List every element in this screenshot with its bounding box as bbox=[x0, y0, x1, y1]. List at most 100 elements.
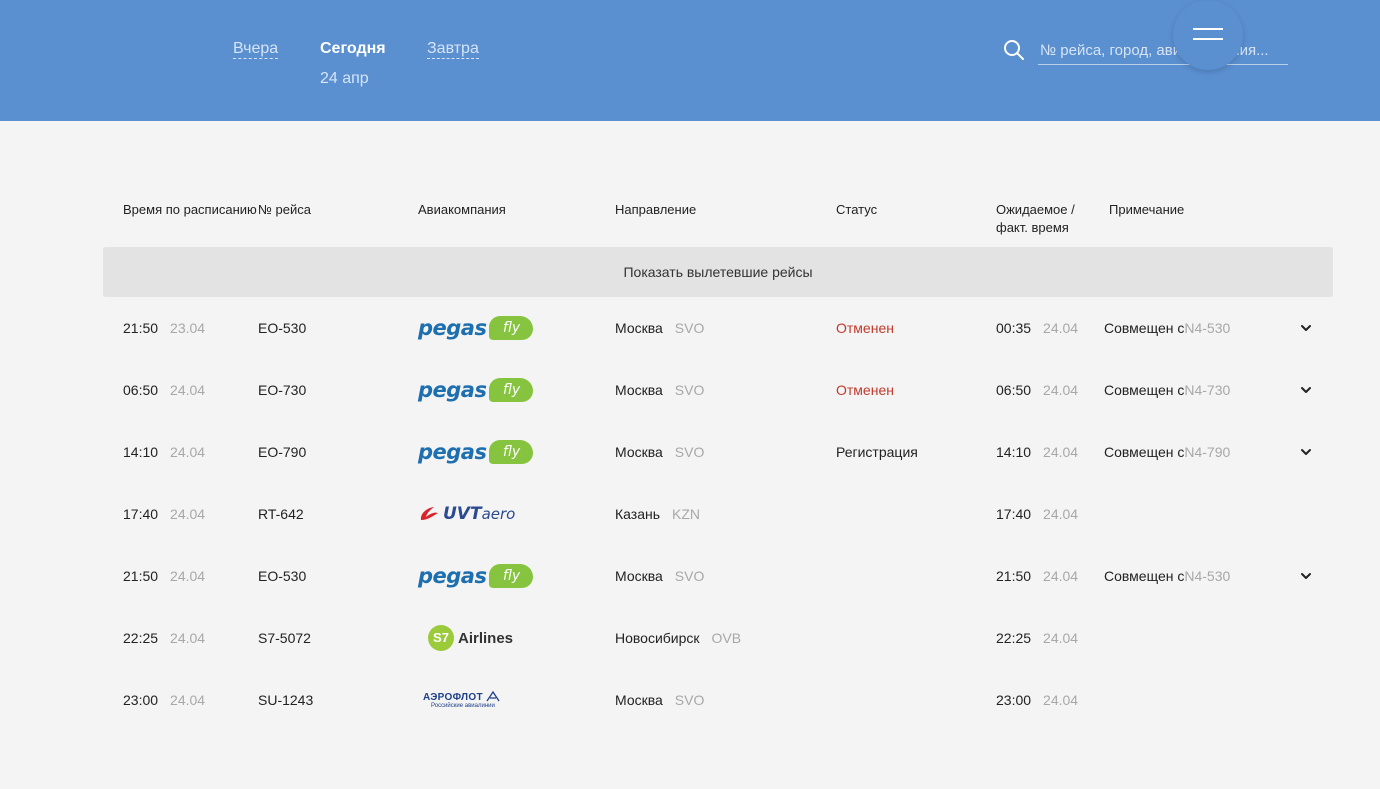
note-cell: Совмещен с N4-730 bbox=[1104, 359, 1230, 421]
direction-cell: Москва SVO bbox=[615, 359, 704, 421]
actual-time: 23:00 bbox=[996, 692, 1032, 708]
airport-code: KZN bbox=[672, 506, 701, 522]
direction-cell: Москва SVO bbox=[615, 297, 704, 359]
pegas-fly-logo: pegas fly bbox=[418, 378, 534, 402]
destination-city: Москва bbox=[615, 320, 663, 336]
actual-time: 17:40 bbox=[996, 506, 1032, 522]
status-text: Регистрация bbox=[836, 444, 918, 460]
actual-time: 22:25 bbox=[996, 630, 1032, 646]
scheduled-date: 24.04 bbox=[170, 630, 206, 646]
actual-time: 21:50 bbox=[996, 568, 1032, 584]
actual-time-cell: 00:35 24.04 bbox=[996, 297, 1078, 359]
table-row[interactable]: 22:25 24.04 S7-5072 S7 Airlines Новосибирск OV… bbox=[103, 607, 1333, 669]
tab-today[interactable]: Сегодня bbox=[320, 40, 386, 58]
note-flight: N4-530 bbox=[1184, 320, 1231, 336]
airline-cell: S7 Airlines bbox=[418, 607, 513, 669]
header-actual-time: Ожидаемое / факт. время bbox=[996, 202, 1075, 235]
chevron-down-icon[interactable] bbox=[1299, 383, 1313, 397]
flight-number: S7-5072 bbox=[258, 630, 311, 646]
direction-cell: Казань KZN bbox=[615, 483, 700, 545]
hamburger-icon bbox=[1193, 28, 1223, 30]
airport-code: SVO bbox=[674, 382, 705, 398]
airport-code: OVB bbox=[711, 630, 742, 646]
airline-cell: pegas fly bbox=[418, 297, 534, 359]
destination-city: Москва bbox=[615, 444, 663, 460]
scheduled-time: 06:50 bbox=[123, 382, 159, 398]
actual-date: 24.04 bbox=[1043, 630, 1079, 646]
actual-date: 24.04 bbox=[1043, 320, 1079, 336]
actual-time-cell: 22:25 24.04 bbox=[996, 607, 1078, 669]
flight-number: EO-730 bbox=[258, 382, 307, 398]
scheduled-date: 24.04 bbox=[170, 382, 206, 398]
header-flight-number: № рейса bbox=[258, 202, 312, 217]
scheduled-time-cell: 06:50 24.04 bbox=[123, 359, 205, 421]
airline-cell: pegas fly bbox=[418, 421, 534, 483]
note-text: Совмещен с bbox=[1104, 444, 1185, 460]
direction-cell: Москва SVO bbox=[615, 669, 704, 731]
scheduled-time-cell: 22:25 24.04 bbox=[123, 607, 205, 669]
destination-city: Москва bbox=[615, 568, 663, 584]
pegas-fly-logo: pegas fly bbox=[418, 564, 534, 588]
header-note: Примечание bbox=[1109, 202, 1185, 217]
scheduled-date: 24.04 bbox=[170, 692, 206, 708]
scheduled-time-cell: 17:40 24.04 bbox=[123, 483, 205, 545]
pegas-fly-logo: pegas fly bbox=[418, 316, 534, 340]
actual-time-cell: 17:40 24.04 bbox=[996, 483, 1078, 545]
airline-cell: pegas fly bbox=[418, 545, 534, 607]
airport-code: SVO bbox=[674, 692, 705, 708]
scheduled-time: 21:50 bbox=[123, 320, 159, 336]
header-airline: Авиакомпания bbox=[418, 202, 506, 217]
airline-cell: pegas fly bbox=[418, 359, 534, 421]
menu-button[interactable] bbox=[1173, 0, 1243, 70]
table-row[interactable]: 21:50 24.04 EO-530 pegas fly Москва SVO 21:50 24… bbox=[103, 545, 1333, 607]
search-input[interactable] bbox=[1038, 37, 1288, 65]
scheduled-date: 24.04 bbox=[170, 568, 206, 584]
table-row[interactable]: 06:50 24.04 EO-730 pegas fly Москва SVO Отменен… bbox=[103, 359, 1333, 421]
scheduled-time: 21:50 bbox=[123, 568, 159, 584]
scheduled-date: 23.04 bbox=[170, 320, 206, 336]
status-text: Отменен bbox=[836, 320, 894, 336]
airport-code: SVO bbox=[674, 568, 705, 584]
note-text: Совмещен с bbox=[1104, 320, 1185, 336]
actual-date: 24.04 bbox=[1043, 382, 1079, 398]
scheduled-time: 23:00 bbox=[123, 692, 159, 708]
tab-tomorrow[interactable]: Завтра bbox=[427, 40, 479, 59]
uvt-aero-logo: UVT aero bbox=[418, 504, 515, 524]
header-scheduled-time: Время по расписанию bbox=[123, 202, 257, 217]
direction-cell: Новосибирск OVB bbox=[615, 607, 741, 669]
show-departed-button[interactable]: Показать вылетевшие рейсы bbox=[103, 247, 1333, 297]
actual-date: 24.04 bbox=[1043, 444, 1079, 460]
pegas-fly-logo: pegas fly bbox=[418, 440, 534, 464]
table-row[interactable]: 21:50 23.04 EO-530 pegas fly Москва SVO Отменен… bbox=[103, 297, 1333, 359]
actual-date: 24.04 bbox=[1043, 568, 1079, 584]
table-row[interactable]: 23:00 24.04 SU-1243 АЭРОФЛОТ Российские авиа… bbox=[103, 669, 1333, 731]
note-cell: Совмещен с N4-530 bbox=[1104, 297, 1230, 359]
direction-cell: Москва SVO bbox=[615, 545, 704, 607]
table-row[interactable]: 17:40 24.04 RT-642 UVT aero Казань KZN 17:40 24.… bbox=[103, 483, 1333, 545]
scheduled-time: 17:40 bbox=[123, 506, 159, 522]
chevron-down-icon[interactable] bbox=[1299, 569, 1313, 583]
header-status: Статус bbox=[836, 202, 878, 217]
search-icon[interactable] bbox=[1003, 39, 1025, 61]
actual-time: 00:35 bbox=[996, 320, 1032, 336]
actual-time-cell: 21:50 24.04 bbox=[996, 545, 1078, 607]
actual-time-cell: 23:00 24.04 bbox=[996, 669, 1078, 731]
table-row[interactable]: 14:10 24.04 EO-790 pegas fly Москва SVO Регистр… bbox=[103, 421, 1333, 483]
chevron-down-icon[interactable] bbox=[1299, 321, 1313, 335]
flight-number: RT-642 bbox=[258, 506, 304, 522]
today-date: 24 апр bbox=[320, 70, 369, 87]
flight-number: SU-1243 bbox=[258, 692, 314, 708]
hamburger-icon bbox=[1193, 38, 1223, 40]
chevron-down-icon[interactable] bbox=[1299, 445, 1313, 459]
scheduled-date: 24.04 bbox=[170, 506, 206, 522]
note-text: Совмещен с bbox=[1104, 568, 1185, 584]
actual-time-cell: 14:10 24.04 bbox=[996, 421, 1078, 483]
note-cell: Совмещен с N4-530 bbox=[1104, 545, 1230, 607]
destination-city: Москва bbox=[615, 692, 663, 708]
aeroflot-wing-icon bbox=[486, 691, 500, 702]
scheduled-time-cell: 21:50 23.04 bbox=[123, 297, 205, 359]
header-direction: Направление bbox=[615, 202, 697, 217]
tab-yesterday[interactable]: Вчера bbox=[233, 40, 279, 59]
destination-city: Москва bbox=[615, 382, 663, 398]
scheduled-time: 22:25 bbox=[123, 630, 159, 646]
